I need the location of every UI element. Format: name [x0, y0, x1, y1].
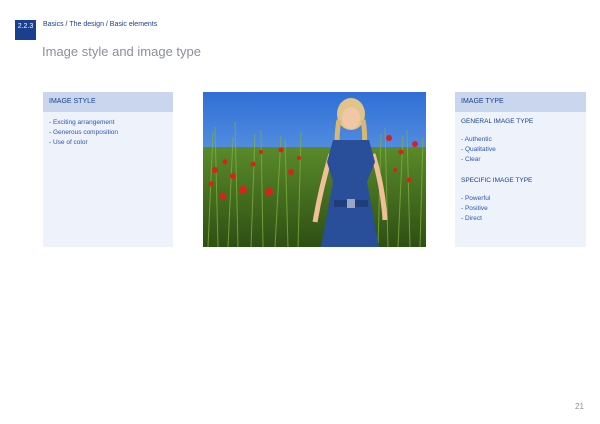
general-image-type-heading: GENERAL IMAGE TYPE	[461, 118, 534, 125]
list-item: - Qualitative	[461, 146, 496, 153]
list-item: - Direct	[461, 215, 482, 222]
page-title: Image style and image type	[42, 44, 201, 59]
image-style-list: - Exciting arrangement - Generous compos…	[49, 118, 167, 148]
image-type-panel: IMAGE TYPE GENERAL IMAGE TYPE - Authenti…	[455, 92, 586, 247]
page: 2.2.3 Basics / The design / Basic elemen…	[0, 0, 600, 424]
section-number-badge: 2.2.3	[15, 20, 36, 40]
list-item: - Generous composition	[49, 129, 119, 136]
image-type-heading: IMAGE TYPE	[455, 92, 586, 112]
page-number: 21	[575, 402, 584, 411]
general-image-type-list: - Authentic - Qualitative - Clear	[461, 135, 580, 165]
specific-image-type-heading: SPECIFIC IMAGE TYPE	[461, 177, 533, 184]
image-style-heading: IMAGE STYLE	[43, 92, 173, 112]
list-item: - Positive	[461, 205, 488, 212]
specific-image-type-list: - Powerful - Positive - Direct	[461, 194, 580, 224]
list-item: - Authentic	[461, 136, 492, 143]
list-item: - Powerful	[461, 195, 491, 202]
image-style-panel: IMAGE STYLE - Exciting arrangement - Gen…	[43, 92, 173, 247]
breadcrumb: Basics / The design / Basic elements	[43, 21, 158, 28]
list-item: - Use of color	[49, 139, 88, 146]
photo-illustration	[203, 92, 426, 247]
list-item: - Clear	[461, 156, 481, 163]
girl-in-poppy-field-photo	[203, 92, 426, 247]
list-item: - Exciting arrangement	[49, 119, 115, 126]
